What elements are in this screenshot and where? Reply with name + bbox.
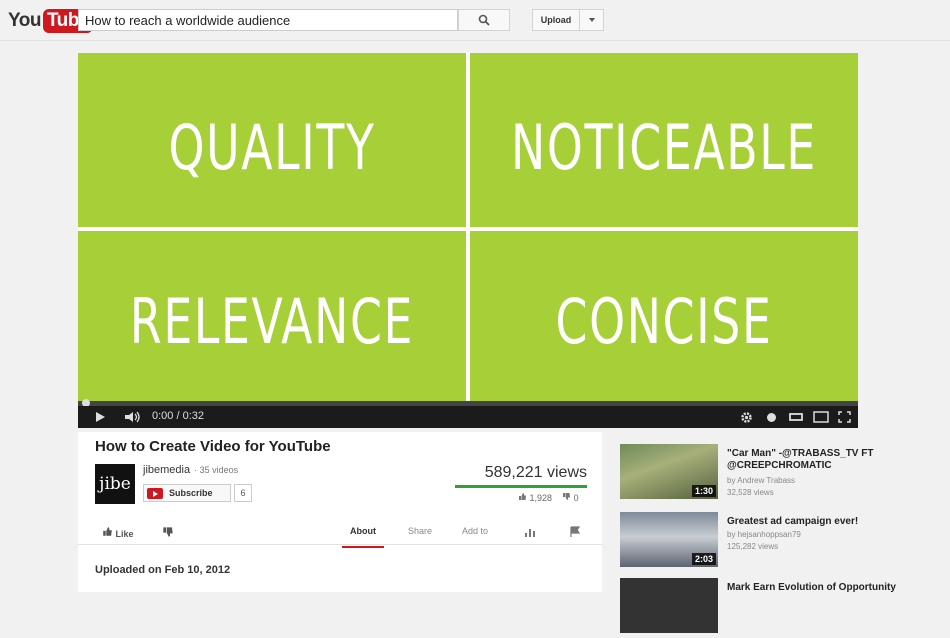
tab-about[interactable]: About	[350, 526, 376, 536]
volume-icon[interactable]	[124, 411, 142, 423]
player-controls: 0:00 / 0:32	[78, 406, 858, 428]
fullscreen-icon[interactable]	[838, 411, 851, 423]
like-label: Like	[115, 529, 134, 539]
thumbs-up-icon	[103, 527, 112, 536]
like-count-group: 1,928	[518, 492, 552, 503]
likes-ratio-bar	[455, 485, 587, 488]
related-video-item[interactable]: Mark Earn Evolution of Opportunity	[620, 578, 940, 638]
gear-icon[interactable]	[740, 411, 753, 424]
related-video-author[interactable]: by Andrew Trabass	[727, 476, 795, 485]
related-video-title[interactable]: Greatest ad campaign ever!	[727, 516, 927, 528]
search-button[interactable]	[458, 9, 510, 31]
divider-horizontal	[78, 227, 858, 231]
channel-avatar[interactable]: jibe	[95, 464, 135, 504]
logo-you-text: You	[8, 10, 41, 31]
upload-date: Uploaded on Feb 10, 2012	[95, 564, 231, 576]
tab-share[interactable]: Share	[408, 526, 432, 536]
stats-icon[interactable]	[524, 526, 536, 538]
video-frame[interactable]: QUALITY NOTICEABLE RELEVANCE CONCISE	[78, 53, 858, 401]
channel-video-count: · 35 videos	[194, 465, 239, 475]
time-display: 0:00 / 0:32	[152, 410, 204, 422]
related-video-title[interactable]: "Car Man" -@TRABASS_TV FT @CREEPCHROMATI…	[727, 448, 927, 472]
dislike-count-group: 0	[562, 492, 579, 503]
channel-info: jibemedia · 35 videos	[143, 464, 238, 476]
video-duration: 2:03	[691, 553, 716, 565]
subscribe-label: Subscribe	[169, 488, 213, 498]
channel-name[interactable]: jibemedia	[143, 464, 190, 476]
quadrant-text-3: RELEVANCE	[129, 285, 415, 358]
search-icon	[478, 14, 490, 26]
action-bar: Like About Share Add to	[78, 520, 602, 545]
related-video-views: 125,282 views	[727, 542, 779, 551]
upload-dropdown-button[interactable]	[580, 9, 604, 31]
related-video-author[interactable]: by hejsanhoppsan79	[727, 530, 801, 539]
video-player[interactable]: QUALITY NOTICEABLE RELEVANCE CONCISE 0:0…	[78, 53, 858, 428]
play-icon[interactable]	[94, 411, 106, 423]
video-thumbnail[interactable]: 1:30	[620, 444, 718, 499]
video-duration: 1:30	[691, 485, 716, 497]
related-video-title[interactable]: Mark Earn Evolution of Opportunity	[727, 582, 927, 594]
thumbs-up-icon	[519, 493, 526, 500]
view-count: 589,221 views	[484, 464, 587, 481]
like-count: 1,928	[529, 493, 553, 503]
dislike-count: 0	[573, 493, 579, 503]
dislike-button[interactable]	[162, 526, 174, 538]
quadrant-text-4: CONCISE	[555, 285, 773, 358]
subscribe-button[interactable]: Subscribe	[143, 484, 231, 502]
thumbs-down-icon	[563, 493, 571, 500]
quadrant-text-2: NOTICEABLE	[511, 111, 817, 184]
youtube-icon	[147, 487, 163, 499]
large-player-icon[interactable]	[813, 411, 829, 423]
info-icon[interactable]	[766, 412, 777, 423]
search-input[interactable]: How to reach a worldwide audience	[78, 9, 458, 31]
flag-icon[interactable]	[570, 526, 581, 538]
quadrant-text-1: QUALITY	[168, 111, 376, 184]
active-tab-indicator	[342, 546, 384, 548]
upload-button[interactable]: Upload	[532, 9, 580, 31]
related-video-item[interactable]: 1:30 "Car Man" -@TRABASS_TV FT @CREEPCHR…	[620, 444, 940, 504]
masthead: You Tube How to reach a worldwide audien…	[0, 0, 950, 41]
related-video-item[interactable]: 2:03 Greatest ad campaign ever! by hejsa…	[620, 512, 940, 572]
related-video-views: 32,528 views	[727, 488, 774, 497]
like-button[interactable]: Like	[102, 526, 134, 539]
video-thumbnail[interactable]	[620, 578, 718, 633]
like-dislike-counts: 1,928 0	[518, 492, 579, 503]
video-info-card: How to Create Video for YouTube jibe jib…	[78, 432, 602, 592]
subscriber-count: 6	[234, 484, 252, 502]
tab-add-to[interactable]: Add to	[462, 526, 488, 536]
chevron-down-icon	[588, 18, 595, 22]
small-player-icon[interactable]	[789, 412, 803, 422]
video-thumbnail[interactable]: 2:03	[620, 512, 718, 567]
video-title: How to Create Video for YouTube	[95, 438, 331, 455]
